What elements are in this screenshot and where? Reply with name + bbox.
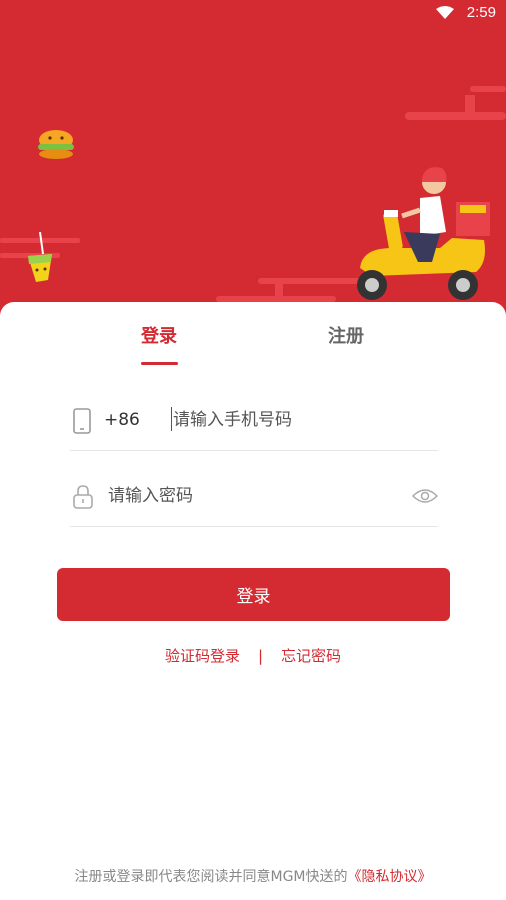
login-button[interactable]: 登录 bbox=[57, 568, 450, 621]
eye-icon[interactable] bbox=[412, 488, 438, 504]
scooter-rider-icon bbox=[357, 167, 490, 300]
phone-input[interactable] bbox=[173, 405, 423, 435]
status-time: 2:59 bbox=[466, 4, 496, 21]
password-field bbox=[70, 466, 438, 527]
hero-banner: 2:59 bbox=[0, 0, 506, 330]
delivery-illustration bbox=[0, 86, 506, 302]
tab-register[interactable]: 注册 bbox=[328, 322, 364, 348]
secondary-links: 验证码登录 | 忘记密码 bbox=[0, 645, 506, 666]
forgot-password-link[interactable]: 忘记密码 bbox=[281, 647, 341, 665]
country-code[interactable]: +86 bbox=[104, 410, 140, 430]
wifi-icon bbox=[436, 6, 454, 19]
login-card: 登录 注册 +86 登录 验证码登录 | 忘记密码 注册或登录即代表您阅读并同意MG… bbox=[0, 302, 506, 900]
text-cursor bbox=[171, 407, 172, 431]
sms-login-link[interactable]: 验证码登录 bbox=[165, 647, 240, 665]
active-tab-indicator bbox=[141, 362, 178, 365]
privacy-policy-link[interactable]: 《隐私协议》 bbox=[348, 869, 432, 885]
tab-login[interactable]: 登录 bbox=[141, 322, 177, 348]
privacy-footer: 注册或登录即代表您阅读并同意MGM快送的《隐私协议》 bbox=[0, 866, 506, 886]
password-input[interactable] bbox=[108, 481, 388, 511]
status-bar: 2:59 bbox=[0, 0, 506, 28]
burger-icon bbox=[38, 130, 74, 159]
lock-icon bbox=[73, 485, 93, 509]
link-separator: | bbox=[257, 647, 264, 665]
phone-icon bbox=[73, 408, 91, 434]
footer-text: 注册或登录即代表您阅读并同意MGM快送的 bbox=[74, 869, 348, 885]
phone-field: +86 bbox=[70, 390, 438, 451]
